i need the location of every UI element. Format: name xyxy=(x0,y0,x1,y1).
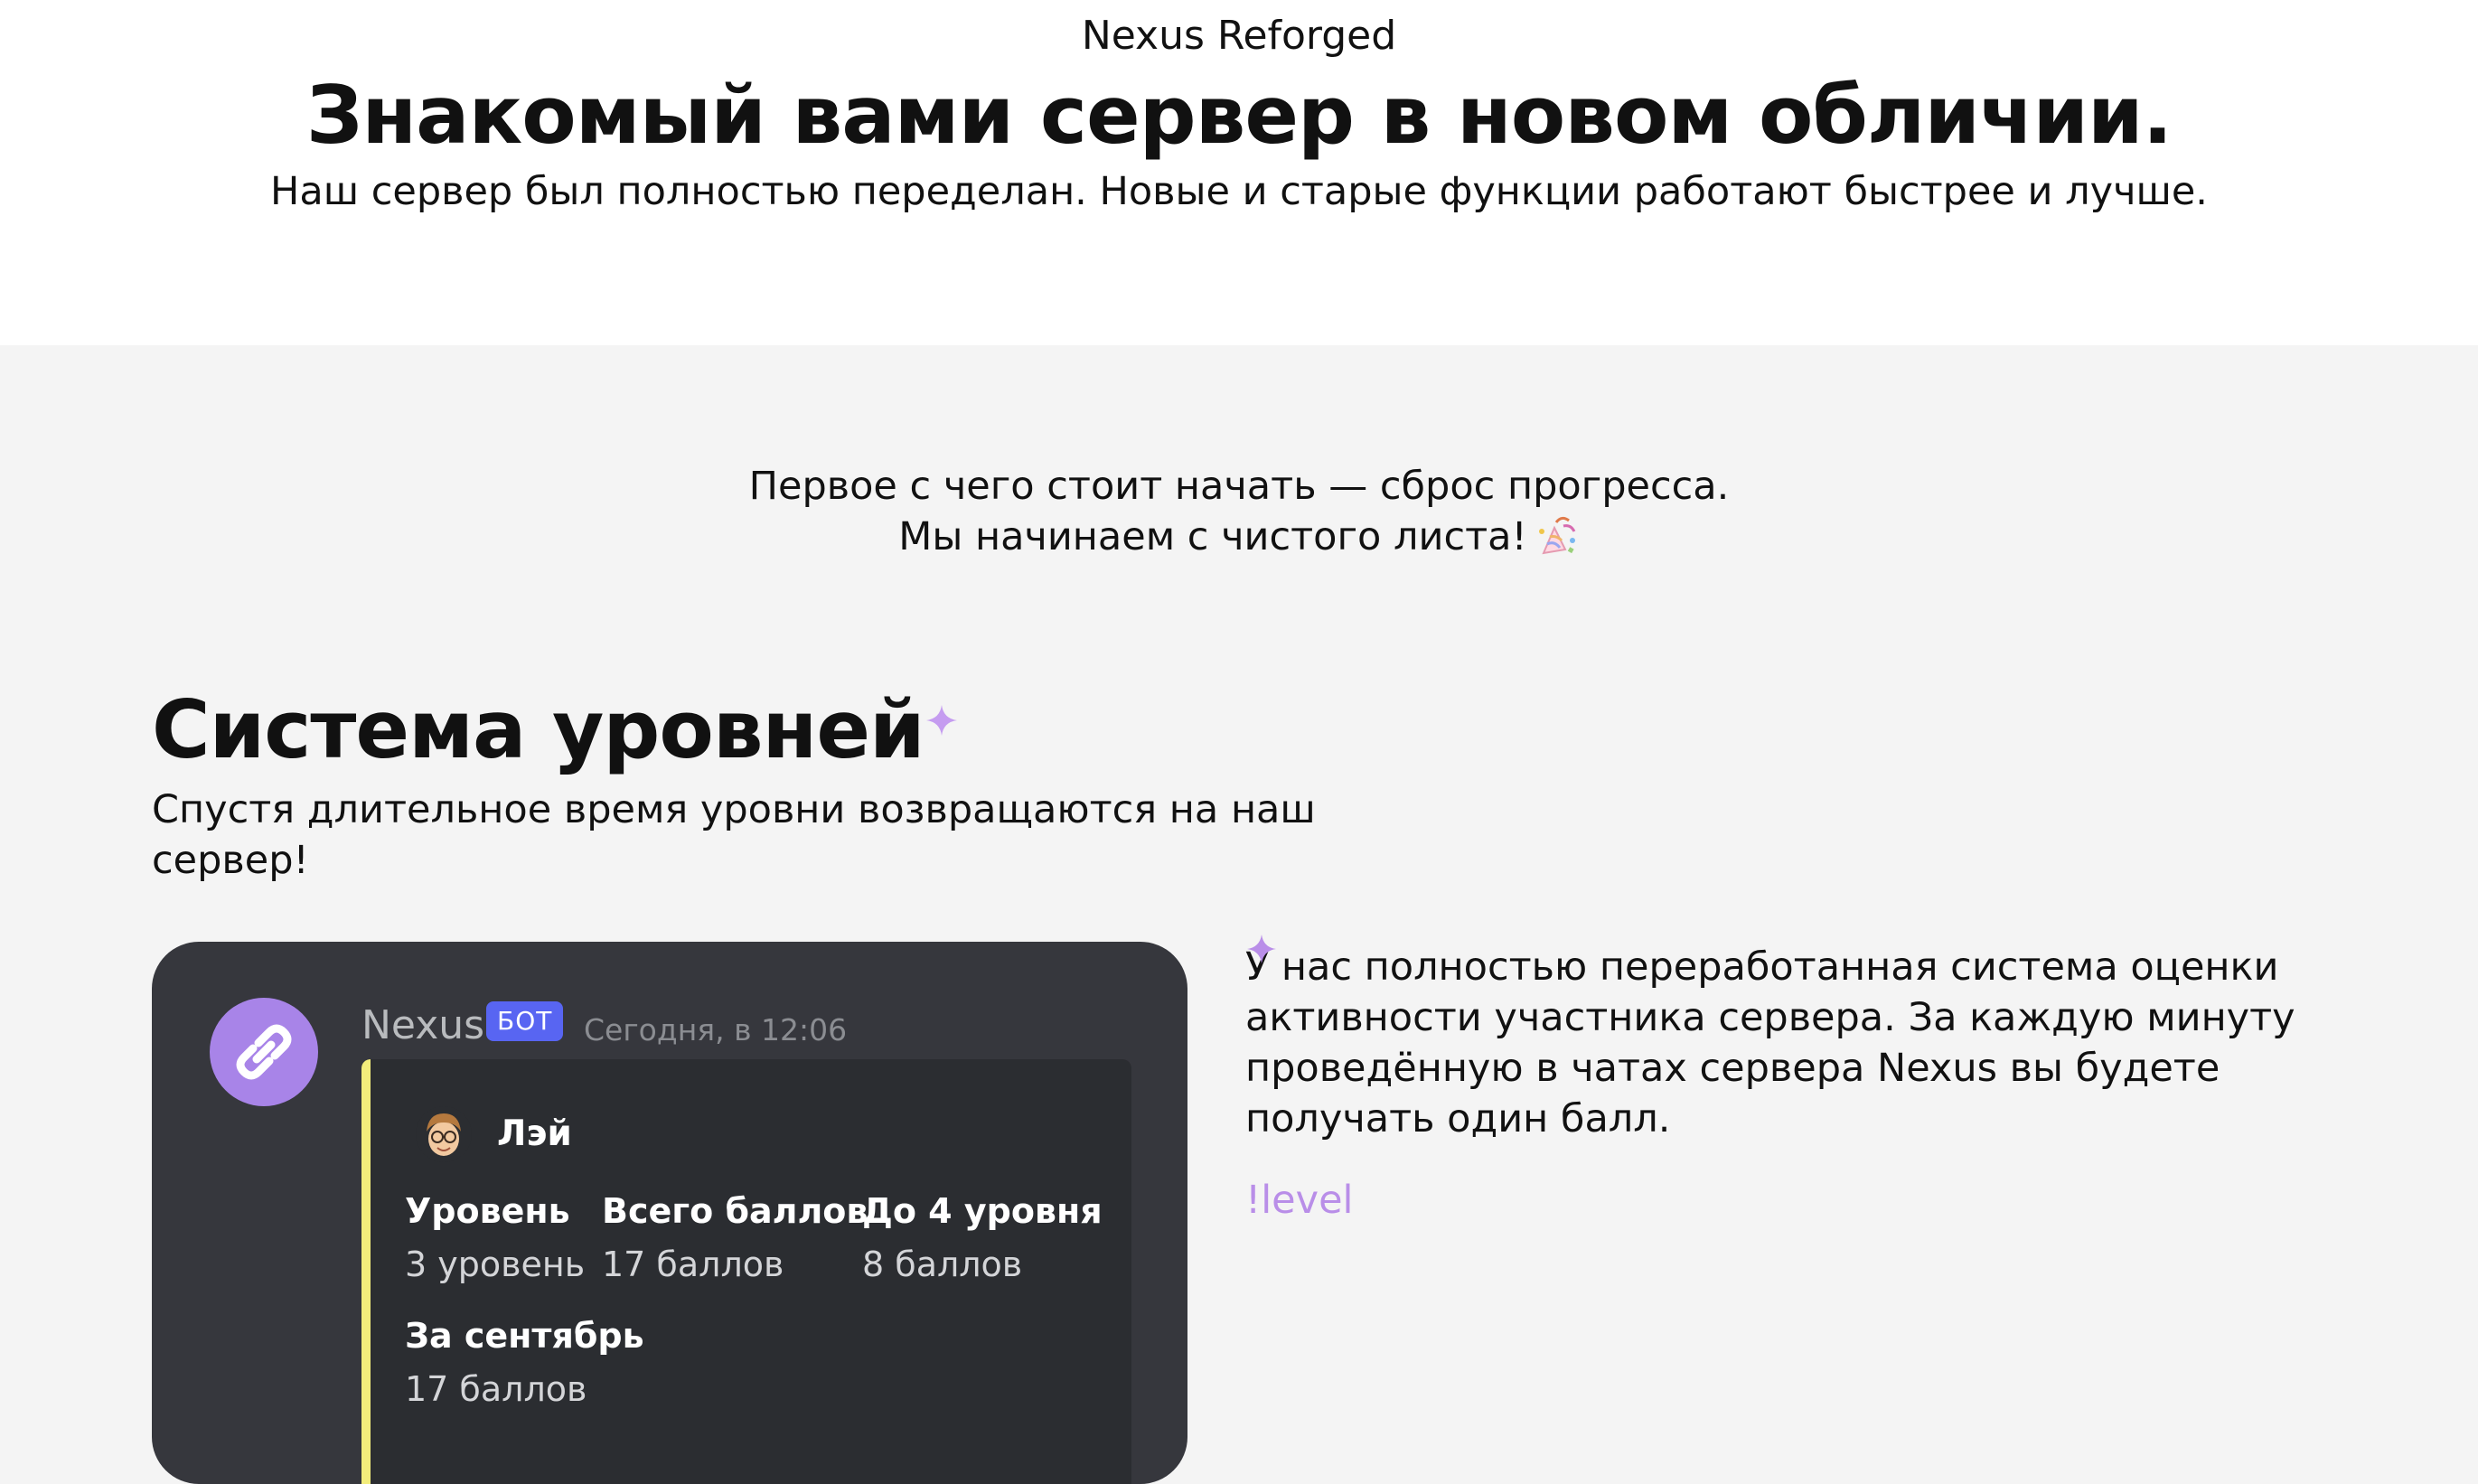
link-icon xyxy=(236,1024,292,1080)
hero-section: Nexus Reforged Знакомый вами сервер в но… xyxy=(0,0,2478,345)
levels-section-title: Система уровней xyxy=(152,680,957,781)
bot-message-card: Nexus БОТ Сегодня, в 12:06 Лэй Уровень 3… xyxy=(152,942,1187,1484)
bot-avatar xyxy=(210,998,318,1106)
levels-description: Спустя длительное время уровни возвращаю… xyxy=(152,787,1316,883)
field-value: 17 баллов xyxy=(602,1244,784,1284)
hero-title: Знакомый вами сервер в новом обличии. xyxy=(305,69,2173,162)
intro-line-2-wrap: Мы начинаем с чистого листа! xyxy=(0,512,2478,562)
field-value: 3 уровень xyxy=(405,1244,586,1284)
embed-author-name: Лэй xyxy=(497,1113,572,1154)
user-avatar-icon xyxy=(416,1106,472,1162)
field-value: 8 баллов xyxy=(862,1244,1023,1284)
intro-text: Первое с чего стоит начать — сброс прогр… xyxy=(0,461,2478,562)
message-timestamp: Сегодня, в 12:06 xyxy=(584,1012,848,1047)
sparkle-icon xyxy=(925,705,957,736)
field-label: Уровень xyxy=(405,1191,570,1231)
field-value: 17 баллов xyxy=(405,1369,587,1409)
bot-badge: БОТ xyxy=(486,1001,564,1041)
field-total-points: Всего баллов 17 баллов xyxy=(602,1186,868,1292)
intro-line-2: Мы начинаем с чистого листа! xyxy=(898,514,1527,559)
confetti-icon xyxy=(1538,516,1576,555)
levels-explanation: У нас полностью переработанная система о… xyxy=(1245,935,2402,1144)
field-label: Всего баллов xyxy=(602,1191,868,1231)
level-command[interactable]: !level xyxy=(1245,1173,1354,1227)
sparkle-icon xyxy=(1247,935,1276,963)
field-to-next-level: До 4 уровня 8 баллов xyxy=(862,1186,1103,1292)
level-embed: Лэй Уровень 3 уровень Всего баллов 17 ба… xyxy=(361,1059,1131,1484)
brand-name: Nexus Reforged xyxy=(1081,13,1397,59)
levels-explanation-text: У нас полностью переработанная система о… xyxy=(1245,944,2295,1141)
intro-line-1: Первое с чего стоит начать — сброс прогр… xyxy=(748,464,1730,509)
bot-name[interactable]: Nexus xyxy=(361,998,484,1054)
levels-title-text: Система уровней xyxy=(152,683,925,776)
field-label: До 4 уровня xyxy=(862,1191,1103,1231)
field-level: Уровень 3 уровень xyxy=(405,1186,585,1292)
field-label: За сентябрь xyxy=(405,1316,644,1356)
hero-subtitle: Наш сервер был полностью переделан. Новы… xyxy=(270,169,2208,214)
field-month: За сентябрь 17 баллов xyxy=(405,1310,644,1417)
